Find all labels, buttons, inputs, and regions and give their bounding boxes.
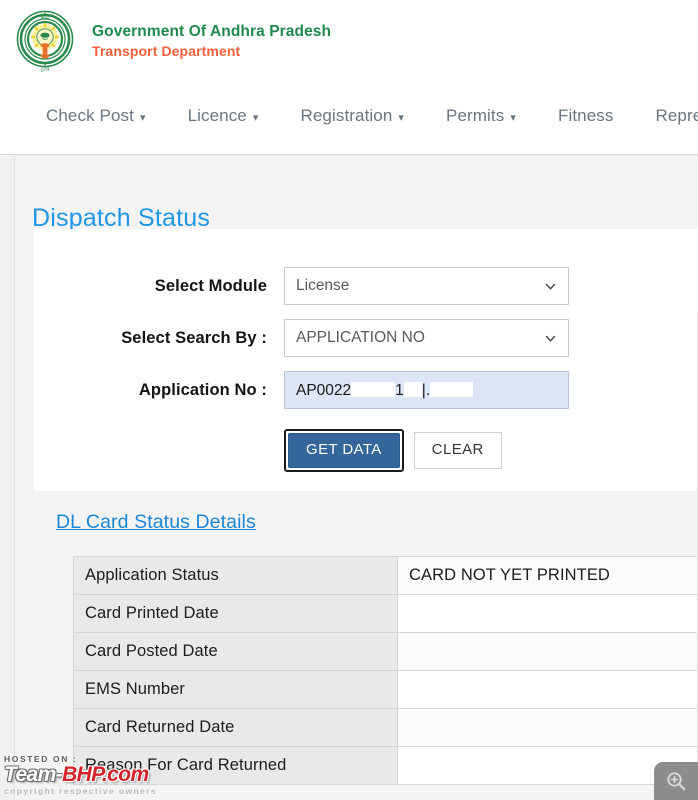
dispatch-status-form: Select Module License Select Search By:… bbox=[34, 229, 698, 491]
application-no-mid: 1 bbox=[395, 382, 404, 399]
row-value bbox=[397, 708, 698, 747]
redaction-block bbox=[430, 382, 474, 397]
select-module-dropdown[interactable]: License bbox=[284, 267, 569, 305]
brand-block[interactable]: ఆంధ్ర ప్రదేశ్ Government Of Andhra Prade… bbox=[12, 8, 331, 74]
row-key: Application Status bbox=[73, 556, 398, 595]
form-row-select-module: Select Module License bbox=[34, 267, 594, 305]
zoom-in-magnifier-icon[interactable] bbox=[654, 762, 698, 800]
dl-card-status-table: Application Status CARD NOT YET PRINTED … bbox=[73, 556, 698, 785]
andhra-pradesh-government-emblem-icon: ఆంధ్ర ప్రదేశ్ bbox=[12, 8, 78, 74]
select-search-by-control: APPLICATION NO bbox=[284, 319, 569, 357]
nav-item-permits[interactable]: Permits ▾ bbox=[446, 106, 516, 126]
nav-label: Represe bbox=[655, 106, 698, 125]
chevron-down-icon: ▾ bbox=[139, 111, 146, 124]
application-no-prefix: AP0022 bbox=[296, 382, 352, 399]
select-module-label: Select Module bbox=[154, 276, 267, 295]
brand-text: Government Of Andhra Pradesh Transport D… bbox=[92, 22, 331, 61]
form-row-select-search-by: Select Search By : APPLICATION NO bbox=[34, 319, 594, 357]
chevron-down-icon bbox=[544, 280, 557, 293]
select-module-value: License bbox=[296, 277, 350, 294]
form-actions: GET DATA CLEAR bbox=[284, 429, 502, 472]
row-key: EMS Number bbox=[73, 670, 398, 709]
org-name-secondary: Transport Department bbox=[92, 42, 241, 59]
nav-label: Fitness bbox=[557, 106, 614, 125]
select-search-by-dropdown[interactable]: APPLICATION NO bbox=[284, 319, 569, 357]
get-data-button[interactable]: GET DATA bbox=[288, 433, 400, 468]
get-data-focus-ring: GET DATA bbox=[284, 429, 404, 472]
page-root: ఆంధ్ర ప్రదేశ్ Government Of Andhra Prade… bbox=[0, 0, 698, 800]
row-value: CARD NOT YET PRINTED bbox=[397, 556, 698, 595]
chevron-down-icon: ▾ bbox=[510, 111, 516, 124]
row-key: Reason For Card Returned bbox=[73, 746, 398, 785]
row-value bbox=[397, 594, 698, 633]
row-value bbox=[397, 632, 698, 671]
clear-button[interactable]: CLEAR bbox=[413, 432, 502, 469]
chevron-down-icon bbox=[544, 332, 557, 345]
table-row: Application Status CARD NOT YET PRINTED bbox=[73, 556, 698, 595]
nav-label: Licence bbox=[187, 106, 247, 125]
nav-label: Registration bbox=[300, 106, 393, 125]
nav-item-fitness[interactable]: Fitness bbox=[558, 106, 614, 126]
application-no-label: Application No : bbox=[138, 380, 267, 399]
redaction-block bbox=[351, 382, 396, 397]
row-value bbox=[397, 670, 698, 709]
table-row: Reason For Card Returned bbox=[73, 746, 698, 785]
row-key: Card Posted Date bbox=[73, 632, 398, 671]
nav-item-representation[interactable]: Represe bbox=[655, 106, 698, 126]
row-key: Card Returned Date bbox=[73, 708, 398, 747]
site-header: ఆంధ్ర ప్రదేశ్ Government Of Andhra Prade… bbox=[0, 0, 698, 155]
dl-card-status-details-link[interactable]: DL Card Status Details bbox=[56, 511, 256, 534]
redaction-block bbox=[403, 382, 422, 397]
application-no-input[interactable]: AP0022 1 |. bbox=[284, 371, 569, 409]
nav-label: Permits bbox=[446, 106, 505, 125]
row-key: Card Printed Date bbox=[73, 594, 398, 633]
select-module-control: License bbox=[284, 267, 569, 305]
nav-item-registration[interactable]: Registration ▾ bbox=[300, 106, 404, 126]
chevron-down-icon: ▾ bbox=[398, 111, 405, 124]
nav-item-licence[interactable]: Licence ▾ bbox=[188, 106, 259, 126]
nav-item-check-post[interactable]: Check Post ▾ bbox=[46, 106, 146, 126]
select-search-by-value: APPLICATION NO bbox=[296, 329, 425, 346]
table-row: Card Posted Date bbox=[73, 632, 698, 671]
nav-label: Check Post bbox=[46, 106, 134, 125]
form-row-application-no: Application No : AP0022 1 |. bbox=[34, 371, 594, 409]
application-no-value: AP0022 1 |. bbox=[296, 380, 474, 400]
table-row: Card Returned Date bbox=[73, 708, 698, 747]
content-panel: Dispatch Status Select Module License Se… bbox=[14, 156, 698, 800]
application-no-control: AP0022 1 |. bbox=[284, 371, 569, 409]
row-value bbox=[397, 746, 698, 785]
content-area: Dispatch Status Select Module License Se… bbox=[0, 156, 698, 800]
table-row: EMS Number bbox=[73, 670, 698, 709]
select-search-by-label: Select Search By : bbox=[121, 328, 267, 347]
svg-text:ప్రదేశ్: ప్రదేశ్ bbox=[40, 66, 50, 72]
application-no-tail: |. bbox=[421, 382, 431, 399]
main-navigation: Check Post ▾ Licence ▾ Registration ▾ Pe… bbox=[0, 92, 698, 140]
table-row: Card Printed Date bbox=[73, 594, 698, 633]
org-name-primary: Government Of Andhra Pradesh bbox=[92, 22, 332, 40]
chevron-down-icon: ▾ bbox=[252, 111, 259, 124]
